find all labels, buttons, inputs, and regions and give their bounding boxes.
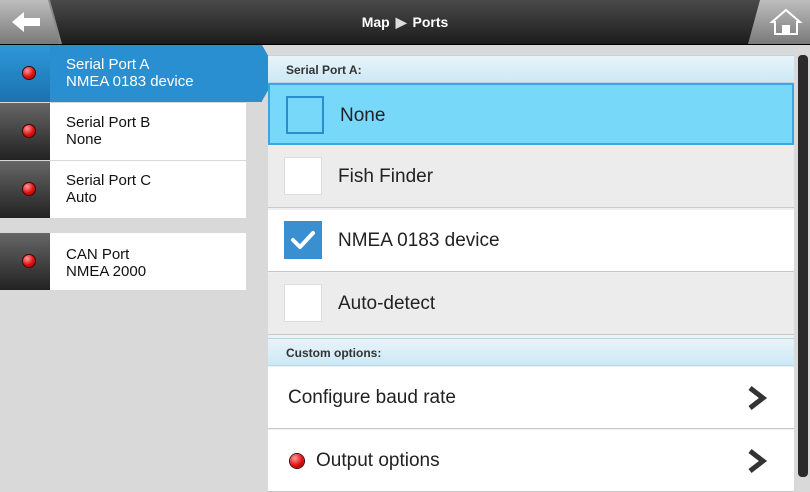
port-value: Auto <box>66 189 97 206</box>
breadcrumb-current: Ports <box>412 14 449 30</box>
option-auto-detect[interactable]: Auto-detect <box>268 273 794 335</box>
checkbox-checked[interactable] <box>284 221 322 259</box>
port-name: Serial Port C <box>66 172 152 189</box>
row-label: Configure baud rate <box>288 387 456 408</box>
port-name: Serial Port B <box>66 114 151 131</box>
option-label: Fish Finder <box>338 166 434 187</box>
breadcrumb-root[interactable]: Map <box>362 14 390 30</box>
checkbox[interactable] <box>284 157 322 195</box>
checkmark-icon <box>291 231 315 249</box>
port-list: Serial Port A NMEA 0183 device Serial Po… <box>0 45 278 477</box>
option-none[interactable]: None <box>268 83 794 145</box>
chevron-right-icon <box>748 386 768 410</box>
home-icon <box>748 0 810 44</box>
port-value: None <box>66 131 102 148</box>
option-fish-finder[interactable]: Fish Finder <box>268 146 794 208</box>
checkbox[interactable] <box>284 284 322 322</box>
port-value: NMEA 2000 <box>66 263 147 280</box>
breadcrumb: Map ▶ Ports <box>0 0 810 44</box>
port-item-can[interactable]: CAN Port NMEA 2000 <box>0 233 246 290</box>
status-led-icon <box>23 183 35 195</box>
port-value: NMEA 0183 device <box>66 73 194 90</box>
custom-options-header: Custom options: <box>268 338 794 366</box>
section-header: Serial Port A: <box>268 55 794 83</box>
port-name: CAN Port <box>66 246 130 263</box>
port-item-serial-c[interactable]: Serial Port C Auto <box>0 161 246 218</box>
option-label: None <box>340 105 386 126</box>
status-led-icon <box>23 67 35 79</box>
option-label: Auto-detect <box>338 293 436 314</box>
chevron-right-icon: ▶ <box>395 14 407 30</box>
checkbox[interactable] <box>286 96 324 134</box>
configure-baud-rate-row[interactable]: Configure baud rate <box>268 367 794 429</box>
status-led-icon <box>23 255 35 267</box>
option-nmea-0183[interactable]: NMEA 0183 device <box>268 210 794 272</box>
status-led-icon <box>23 125 35 137</box>
status-led-icon <box>290 454 304 468</box>
port-name: Serial Port A <box>66 56 150 73</box>
row-label: Output options <box>316 450 440 471</box>
settings-panel: Serial Port A: None Fish Finder NMEA 018… <box>268 55 794 492</box>
scrollbar[interactable] <box>798 55 808 477</box>
option-label: NMEA 0183 device <box>338 230 500 251</box>
port-item-serial-a[interactable]: Serial Port A NMEA 0183 device <box>0 45 278 102</box>
home-button[interactable] <box>748 0 810 44</box>
port-item-serial-b[interactable]: Serial Port B None <box>0 103 246 160</box>
chevron-right-icon <box>748 449 768 473</box>
output-options-row[interactable]: Output options <box>268 430 794 492</box>
top-bar: Map ▶ Ports <box>0 0 810 45</box>
